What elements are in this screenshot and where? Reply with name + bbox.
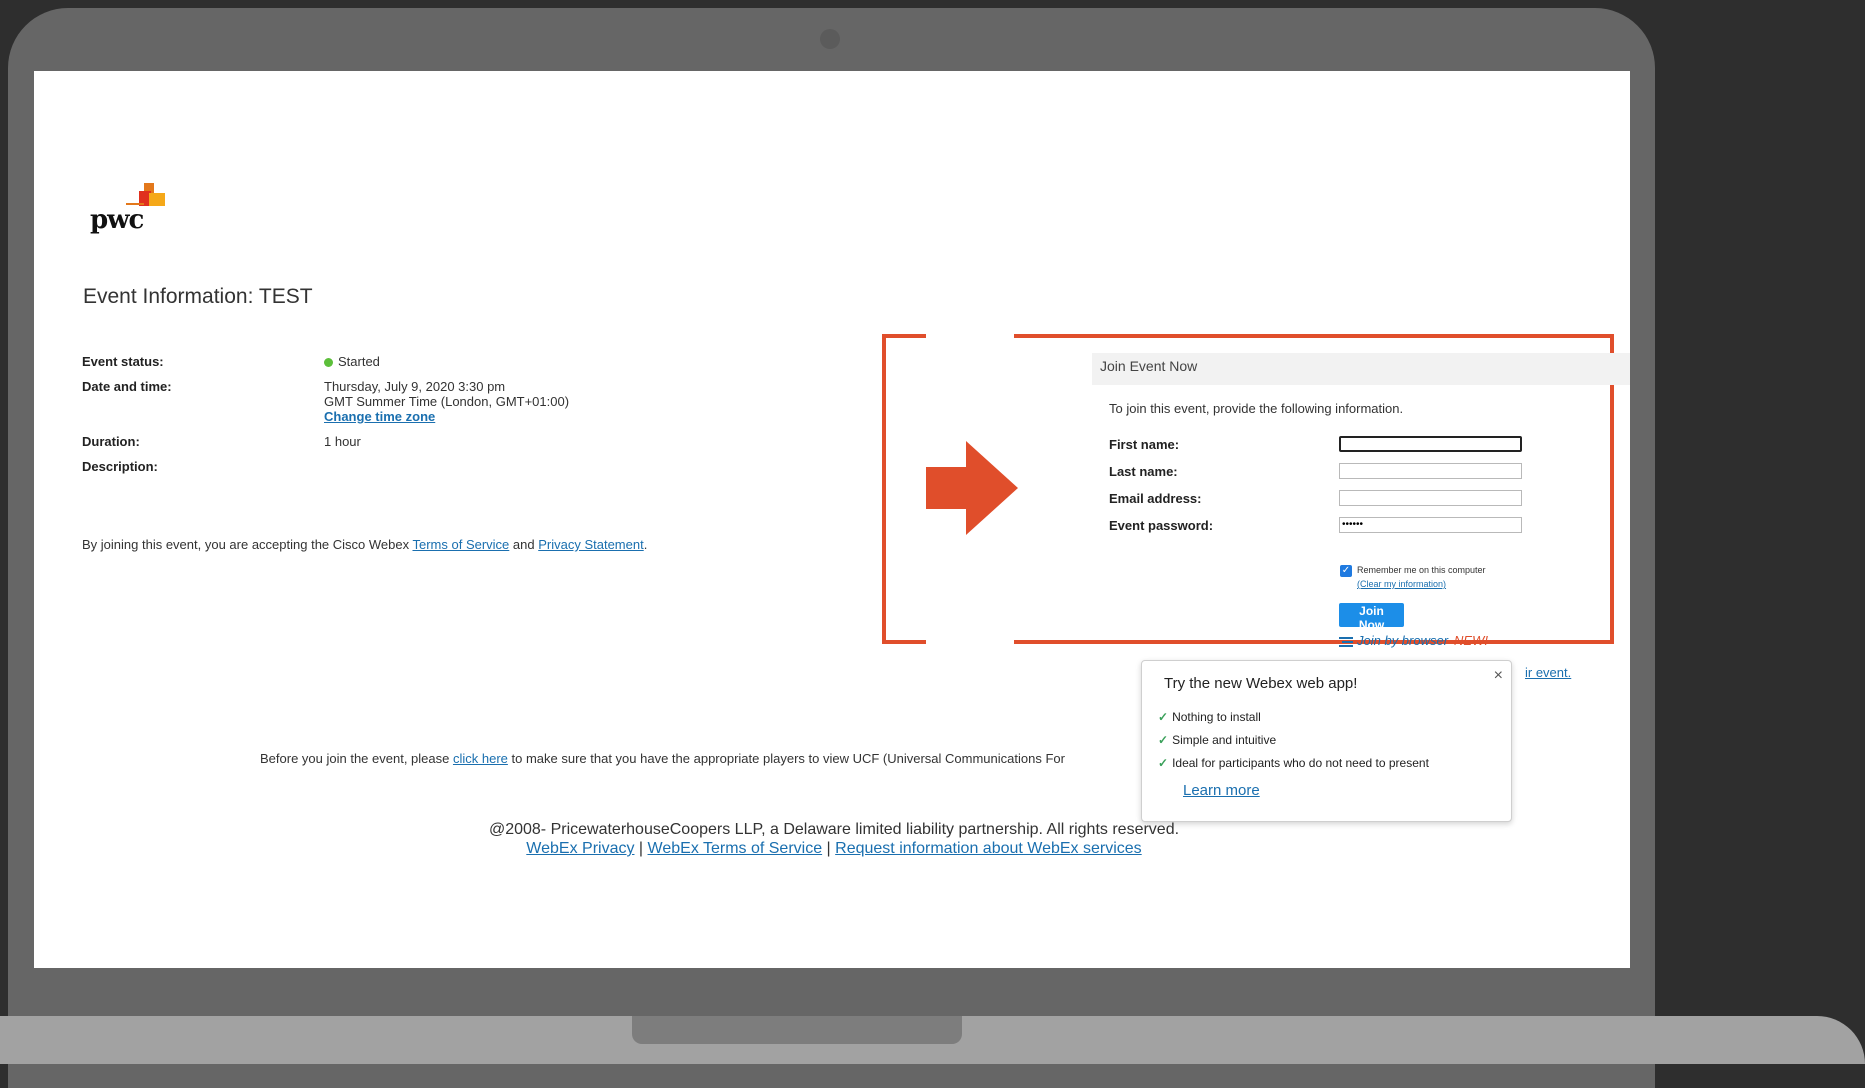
partial-event-link[interactable]: ir event.	[1525, 665, 1571, 680]
popup-item-text: Ideal for participants who do not need t…	[1172, 756, 1429, 770]
first-name-label: First name:	[1109, 437, 1180, 452]
pwc-logo: pwc	[90, 181, 180, 241]
join-intro-text: To join this event, provide the followin…	[1109, 401, 1404, 416]
webex-app-popup: Try the new Webex web app! × ✓ Nothing to…	[1141, 660, 1512, 822]
footer-separator: |	[634, 840, 648, 857]
join-event-title: Join Event Now	[1100, 358, 1198, 374]
remember-checkbox[interactable]: ✓	[1340, 565, 1352, 577]
footer-separator: |	[822, 840, 836, 857]
popup-item: ✓ Simple and intuitive	[1158, 733, 1276, 747]
join-now-button[interactable]: Join Now	[1339, 603, 1404, 632]
copyright-text: @2008- PricewaterhouseCoopers LLP, a Del…	[488, 821, 1180, 838]
close-icon[interactable]: ×	[1494, 667, 1503, 685]
password-label: Event password:	[1109, 518, 1214, 533]
description-label: Description:	[82, 459, 158, 474]
ucf-suffix: to make sure that you have the appropria…	[507, 751, 1065, 766]
terms-of-service-link[interactable]: Terms of Service	[412, 537, 509, 552]
date-line-1: Thursday, July 9, 2020 3:30 pm	[324, 379, 506, 394]
duration-label: Duration:	[82, 434, 140, 449]
popup-item: ✓ Nothing to install	[1158, 710, 1261, 724]
email-label: Email address:	[1109, 491, 1202, 506]
new-badge: NEW!	[1454, 633, 1488, 648]
laptop-notch	[632, 1016, 962, 1044]
popup-item: ✓ Ideal for participants who do not need …	[1158, 756, 1429, 770]
remember-label: Remember me on this computer	[1357, 565, 1486, 575]
accept-suffix: .	[643, 537, 648, 552]
check-icon: ✓	[1158, 710, 1169, 724]
clear-info-link[interactable]: (Clear my information)	[1357, 579, 1446, 589]
date-time-label: Date and time:	[82, 379, 172, 394]
status-text: Started	[338, 354, 380, 369]
last-name-label: Last name:	[1109, 464, 1178, 479]
join-by-browser-text: Join by browser	[1357, 633, 1449, 648]
learn-more-link[interactable]: Learn more	[1183, 782, 1260, 799]
change-time-zone-link[interactable]: Change time zone	[324, 409, 435, 424]
join-by-browser-link[interactable]: Join by browser NEW!	[1339, 633, 1488, 648]
event-status-label: Event status:	[82, 354, 164, 369]
duration-value: 1 hour	[324, 434, 361, 449]
popup-item-text: Simple and intuitive	[1172, 733, 1277, 747]
ucf-prefix: Before you join the event, please	[260, 751, 453, 766]
first-name-field[interactable]	[1339, 436, 1522, 452]
accept-prefix: By joining this event, you are accepting…	[82, 537, 413, 552]
accept-terms-text: By joining this event, you are accepting…	[82, 537, 647, 552]
email-field[interactable]	[1339, 490, 1522, 506]
event-status-value: Started	[324, 354, 380, 369]
password-field[interactable]: ••••••	[1339, 517, 1522, 533]
status-dot-icon	[324, 358, 333, 368]
logo-text: pwc	[90, 205, 144, 235]
check-icon: ✓	[1158, 733, 1169, 747]
footer-links: WebEx Privacy | WebEx Terms of Service |…	[34, 840, 1630, 858]
click-here-link[interactable]: click here	[453, 751, 508, 766]
webex-privacy-link[interactable]: WebEx Privacy	[526, 840, 634, 857]
browser-screen: pwc Event Information: TEST Event status…	[34, 71, 1630, 968]
accept-and: and	[509, 537, 539, 552]
popup-item-text: Nothing to install	[1172, 710, 1261, 724]
webex-terms-link[interactable]: WebEx Terms of Service	[648, 840, 823, 857]
arrow-right-icon	[926, 441, 1018, 535]
camera-icon	[820, 29, 840, 49]
date-line-2: GMT Summer Time (London, GMT+01:00)	[324, 394, 570, 409]
ucf-notice: Before you join the event, please click …	[260, 751, 1065, 766]
last-name-field[interactable]	[1339, 463, 1522, 479]
request-info-link[interactable]: Request information about WebEx services	[835, 840, 1142, 857]
privacy-statement-link[interactable]: Privacy Statement	[538, 537, 644, 552]
page-title: Event Information: TEST	[83, 285, 313, 308]
check-icon: ✓	[1158, 756, 1169, 770]
popup-title: Try the new Webex web app!	[1164, 675, 1358, 692]
browser-icon	[1339, 636, 1353, 647]
